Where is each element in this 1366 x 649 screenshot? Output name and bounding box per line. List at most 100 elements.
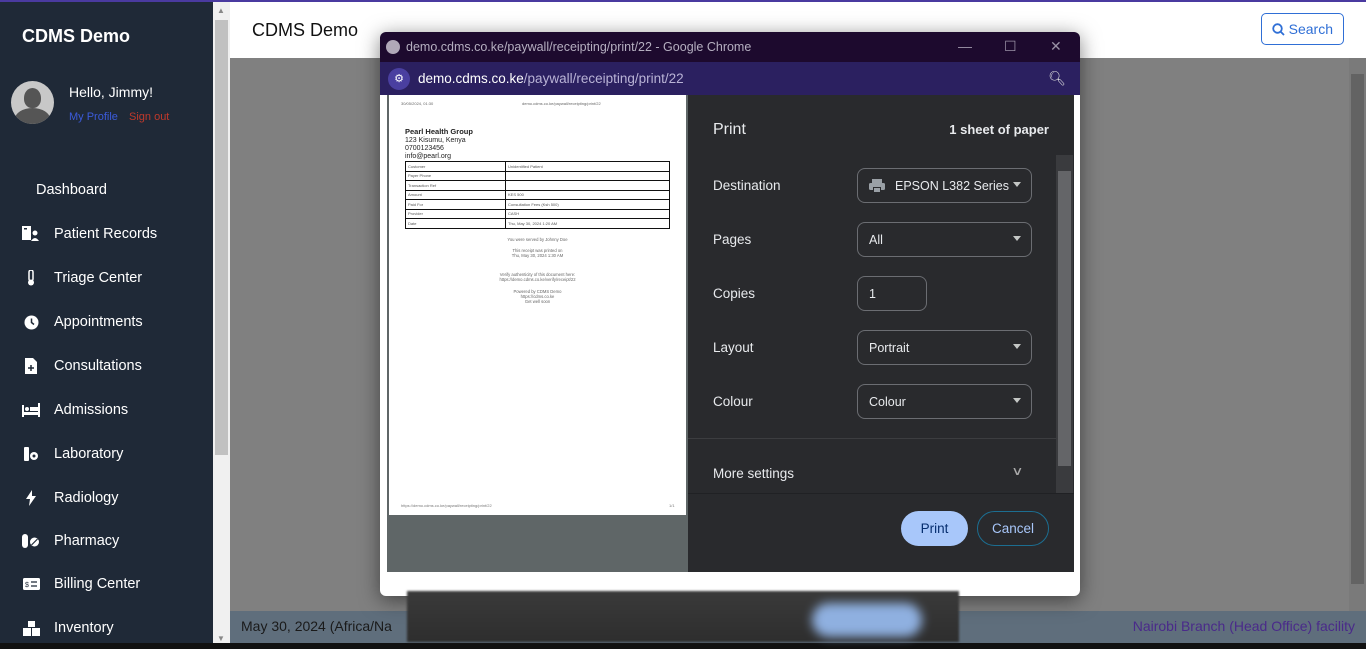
search-button[interactable]: Search [1260, 13, 1344, 45]
money-check-icon: $ [22, 575, 40, 593]
row-label: Transaction Ref [405, 180, 506, 191]
printer-icon [869, 178, 885, 193]
site-settings-icon[interactable]: ⚙ [388, 67, 410, 90]
row-value: KES 500 [505, 189, 670, 200]
print-actions: Print Cancel [688, 493, 1074, 572]
scroll-down-arrow-icon[interactable]: ▼ [217, 634, 225, 643]
scrollbar-thumb[interactable] [215, 20, 228, 455]
settings-scrollbar[interactable] [1056, 155, 1073, 493]
bed-icon [22, 401, 40, 419]
sidebar-item-triage-center[interactable]: Triage Center [0, 260, 213, 296]
table-row: Transaction Ref [405, 180, 670, 191]
sign-out-link[interactable]: Sign out [129, 111, 169, 123]
tagline: Get well soon [524, 299, 551, 304]
row-label: Payer Phone [405, 170, 506, 181]
chevron-down-icon [1013, 182, 1021, 187]
pages-select[interactable]: All [857, 222, 1032, 257]
sheet-count: 1 sheet of paper [949, 122, 1049, 137]
chevron-down-icon[interactable]: ∨ [1011, 464, 1023, 478]
minimize-icon[interactable]: — [958, 38, 972, 54]
pages-label: Pages [713, 232, 752, 247]
close-icon[interactable]: ✕ [1050, 38, 1062, 55]
copies-value: 1 [869, 286, 876, 301]
colour-select[interactable]: Colour [857, 384, 1032, 419]
table-row: Payer Phone [405, 170, 670, 181]
preview-page-count: 1/1 [669, 503, 675, 508]
row-value: Unidentified Patient [505, 161, 670, 172]
user-greeting: Hello, Jimmy! [69, 84, 154, 100]
window-title-bar[interactable]: demo.cdms.co.ke/paywall/receipting/print… [380, 32, 1080, 62]
table-row: Date Thu, May 30, 2024 1:20 AM [405, 218, 670, 229]
maximize-icon[interactable]: ☐ [1004, 38, 1017, 55]
row-value: Consultation Fees (Ksh 500) [505, 199, 670, 210]
destination-label: Destination [713, 178, 781, 193]
scrollbar-thumb[interactable] [1058, 171, 1071, 466]
sidebar-item-radiology[interactable]: Radiology [0, 480, 213, 516]
row-value [505, 180, 670, 191]
sidebar-item-label: Triage Center [54, 270, 143, 286]
destination-value: EPSON L382 Series [895, 178, 1009, 193]
preview-page: 30/05/2024, 01:30 demo.cdms.co.ke/paywal… [389, 95, 686, 515]
sidebar-item-patient-records[interactable]: Patient Records [0, 216, 213, 252]
organization-info: Pearl Health Group 123 Kisumu, Kenya 070… [405, 128, 473, 161]
row-label: Date [405, 218, 506, 229]
table-row: Customer Unidentified Patient [405, 161, 670, 172]
globe-icon [386, 40, 400, 54]
cancel-button[interactable]: Cancel [977, 511, 1049, 546]
sidebar-item-appointments[interactable]: Appointments [0, 304, 213, 340]
bolt-icon [22, 489, 40, 507]
sidebar-item-label: Inventory [54, 620, 114, 636]
sidebar-item-label: Pharmacy [54, 533, 120, 549]
zoom-icon[interactable]: 🔍︎ [1048, 70, 1066, 87]
preview-header-url: demo.cdms.co.ke/paywall/receipting/print… [522, 101, 601, 106]
colour-value: Colour [869, 394, 906, 409]
sidebar-item-inventory[interactable]: Inventory [0, 610, 213, 646]
org-name: Pearl Health Group [405, 127, 473, 136]
page-title: CDMS Demo [252, 20, 359, 40]
table-row: Provider CASH [405, 208, 670, 219]
table-row: Amount KES 500 [405, 189, 670, 200]
more-settings-toggle[interactable]: More settings [713, 466, 794, 481]
blurred-notification-bar [407, 591, 959, 642]
org-email: info@pearl.org [405, 153, 452, 160]
file-medical-icon [22, 357, 40, 375]
sidebar-item-laboratory[interactable]: Laboratory [0, 436, 213, 472]
row-value [505, 170, 670, 181]
preview-footer-url: https://demo.cdms.co.ke/paywall/receipti… [401, 503, 492, 508]
scrollbar-thumb[interactable] [1351, 74, 1364, 584]
vial-gear-icon [22, 445, 40, 463]
print-button[interactable]: Print [901, 511, 968, 546]
sidebar-item-label: Appointments [54, 314, 143, 330]
chevron-down-icon [1013, 344, 1021, 349]
receipt-table: Customer Unidentified Patient Payer Phone… [405, 161, 670, 229]
url-host: demo.cdms.co.ke [418, 71, 524, 86]
top-accent-line [0, 0, 1366, 2]
sidebar-scrollbar[interactable]: ▲ ▼ [213, 2, 230, 649]
copies-label: Copies [713, 286, 756, 301]
colour-label: Colour [713, 394, 753, 409]
thermometer-icon [22, 269, 40, 287]
footer-facility: Nairobi Branch (Head Office) facility [1132, 618, 1355, 634]
sidebar-item-pharmacy[interactable]: Pharmacy [0, 523, 213, 559]
sidebar-item-admissions[interactable]: Admissions [0, 392, 213, 428]
main-scrollbar[interactable] [1349, 58, 1366, 611]
printed-on: Thu, May 30, 2024 1:30 AM [511, 253, 564, 258]
avatar [11, 81, 54, 124]
sidebar-item-label: Patient Records [54, 226, 158, 242]
address-bar[interactable]: ⚙ demo.cdms.co.ke/paywall/receipting/pri… [380, 62, 1080, 95]
my-profile-link[interactable]: My Profile [69, 111, 118, 123]
search-icon [1271, 22, 1285, 36]
chevron-down-icon [1013, 398, 1021, 403]
layout-label: Layout [713, 340, 754, 355]
layout-select[interactable]: Portrait [857, 330, 1032, 365]
copies-input[interactable]: 1 [857, 276, 927, 311]
sidebar-item-billing-center[interactable]: $ Billing Center [0, 566, 213, 602]
layout-value: Portrait [869, 340, 910, 355]
sidebar-item-consultations[interactable]: Consultations [0, 348, 213, 384]
scroll-up-arrow-icon[interactable]: ▲ [217, 6, 225, 15]
boxes-icon [22, 619, 40, 637]
destination-select[interactable]: EPSON L382 Series [857, 168, 1032, 203]
print-settings-panel: Print 1 sheet of paper Destination EPSON… [688, 95, 1074, 572]
pages-value: All [869, 232, 883, 247]
print-preview-pane: 30/05/2024, 01:30 demo.cdms.co.ke/paywal… [387, 95, 688, 572]
